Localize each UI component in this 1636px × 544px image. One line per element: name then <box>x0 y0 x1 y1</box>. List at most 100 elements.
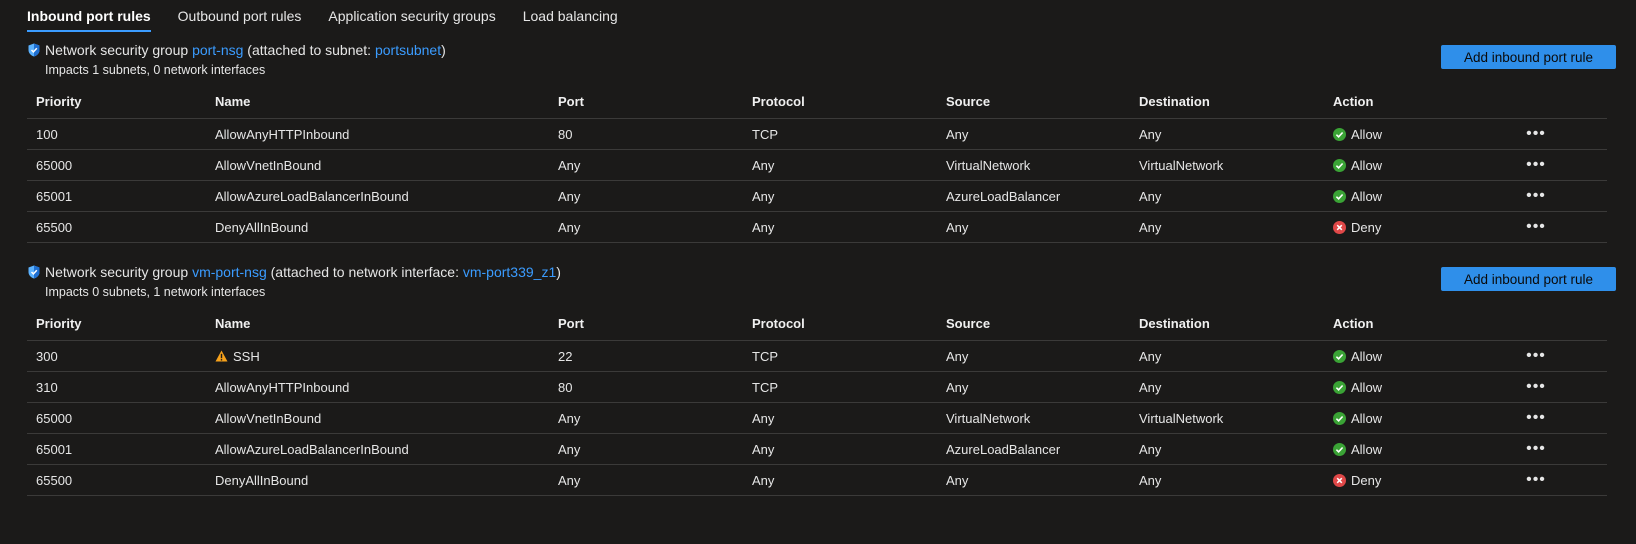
protocol-text: TCP <box>752 348 778 364</box>
destination-cell: Any <box>1139 372 1161 402</box>
priority-text: 65500 <box>36 219 73 235</box>
action-text: Deny <box>1351 472 1382 488</box>
port-text: Any <box>558 472 581 488</box>
column-header-source[interactable]: Source <box>946 306 990 340</box>
protocol-cell: Any <box>752 403 774 433</box>
more-icon[interactable]: ••• <box>1521 372 1551 402</box>
check-circle-icon <box>1333 380 1346 394</box>
priority-text: 65001 <box>36 188 73 204</box>
table-row[interactable]: 65000 AllowVnetInBound Any Any VirtualNetwor… <box>27 403 1607 434</box>
nsg-prefix-text: Network security group <box>45 264 193 280</box>
more-icon[interactable]: ••• <box>1521 465 1551 495</box>
table-row[interactable]: 100 AllowAnyHTTPInbound 80 TCP Any Any Allow ••… <box>27 119 1607 150</box>
tab-application-security-groups[interactable]: Application security groups <box>328 8 495 34</box>
name-cell: SSH <box>215 341 260 371</box>
more-icon[interactable]: ••• <box>1521 119 1551 149</box>
column-header-action[interactable]: Action <box>1333 84 1373 118</box>
table-row[interactable]: 310 AllowAnyHTTPInbound 80 TCP Any Any Allow ••… <box>27 372 1607 403</box>
port-text: Any <box>558 157 581 173</box>
priority-cell: 310 <box>36 372 58 402</box>
nsg-title: Network security group port-nsg (attache… <box>45 42 446 58</box>
priority-text: 65001 <box>36 441 73 457</box>
x-circle-icon <box>1333 220 1346 234</box>
shield-icon <box>28 265 40 279</box>
column-header-port[interactable]: Port <box>558 306 584 340</box>
tab-load-balancing[interactable]: Load balancing <box>523 8 618 34</box>
name-cell: DenyAllInBound <box>215 212 308 242</box>
action-text: Allow <box>1351 157 1383 173</box>
name-text: AllowVnetInBound <box>215 157 322 173</box>
priority-cell: 100 <box>36 119 58 149</box>
protocol-text: TCP <box>752 379 778 395</box>
port-text: 80 <box>558 379 573 395</box>
source-cell: Any <box>946 372 968 402</box>
column-header-name[interactable]: Name <box>215 84 250 118</box>
source-text: VirtualNetwork <box>946 157 1031 173</box>
action-text: Allow <box>1351 410 1383 426</box>
source-text: Any <box>946 126 969 142</box>
table-row[interactable]: 65001 AllowAzureLoadBalancerInBound Any Any… <box>27 181 1607 212</box>
attached-suffix-text: ) <box>556 264 561 280</box>
column-header-source[interactable]: Source <box>946 84 990 118</box>
tab-inbound-port-rules[interactable]: Inbound port rules <box>27 8 151 34</box>
column-header-protocol[interactable]: Protocol <box>752 306 805 340</box>
source-text: Any <box>946 472 969 488</box>
action-cell: Allow <box>1333 341 1382 371</box>
destination-cell: Any <box>1139 119 1161 149</box>
check-circle-icon <box>1333 189 1346 203</box>
column-header-destination[interactable]: Destination <box>1139 306 1210 340</box>
priority-cell: 65500 <box>36 465 72 495</box>
add-inbound-port-rule-button[interactable]: Add inbound port rule <box>1441 45 1616 69</box>
name-text: AllowAnyHTTPInbound <box>215 379 350 395</box>
add-inbound-port-rule-button[interactable]: Add inbound port rule <box>1441 267 1616 291</box>
more-icon[interactable]: ••• <box>1521 434 1551 464</box>
name-text: DenyAllInBound <box>215 219 309 235</box>
check-circle-icon <box>1333 411 1346 425</box>
action-text: Allow <box>1351 348 1383 364</box>
nsg-name-link[interactable]: port-nsg <box>192 42 243 58</box>
name-cell: DenyAllInBound <box>215 465 308 495</box>
more-icon[interactable]: ••• <box>1521 150 1551 180</box>
column-header-name[interactable]: Name <box>215 306 250 340</box>
table-row[interactable]: 300 SSH 22 TCP Any Any Allow ••• <box>27 341 1607 372</box>
nsg-name-link[interactable]: vm-port-nsg <box>192 264 267 280</box>
warning-triangle-icon <box>215 350 228 362</box>
more-icon[interactable]: ••• <box>1521 341 1551 371</box>
name-text: AllowAzureLoadBalancerInBound <box>215 188 409 204</box>
action-text: Allow <box>1351 379 1383 395</box>
column-header-priority[interactable]: Priority <box>36 306 82 340</box>
table-row[interactable]: 65500 DenyAllInBound Any Any Any Any Deny ••• <box>27 212 1607 243</box>
attached-resource-link[interactable]: vm-port339_z1 <box>463 264 556 280</box>
priority-text: 310 <box>36 379 58 395</box>
table-row[interactable]: 65500 DenyAllInBound Any Any Any Any Deny ••• <box>27 465 1607 496</box>
priority-cell: 300 <box>36 341 58 371</box>
column-header-destination[interactable]: Destination <box>1139 84 1210 118</box>
attached-resource-link[interactable]: portsubnet <box>375 42 441 58</box>
priority-cell: 65001 <box>36 434 72 464</box>
attached-suffix-text: ) <box>441 42 446 58</box>
column-header-priority[interactable]: Priority <box>36 84 82 118</box>
check-circle-icon <box>1333 349 1346 363</box>
action-text: Allow <box>1351 188 1383 204</box>
port-cell: Any <box>558 465 580 495</box>
rules-table: Priority Name Port Protocol Source Destinatio… <box>27 306 1607 496</box>
source-cell: Any <box>946 212 968 242</box>
priority-text: 65000 <box>36 410 73 426</box>
action-text: Allow <box>1351 441 1383 457</box>
priority-text: 65500 <box>36 472 73 488</box>
more-icon[interactable]: ••• <box>1521 212 1551 242</box>
table-row[interactable]: 65001 AllowAzureLoadBalancerInBound Any Any… <box>27 434 1607 465</box>
tab-outbound-port-rules[interactable]: Outbound port rules <box>178 8 302 34</box>
nsg-group: Network security group port-nsg (attache… <box>0 42 1636 252</box>
action-cell: Allow <box>1333 372 1382 402</box>
table-row[interactable]: 65000 AllowVnetInBound Any Any VirtualNetwor… <box>27 150 1607 181</box>
more-icon[interactable]: ••• <box>1521 403 1551 433</box>
column-header-action[interactable]: Action <box>1333 306 1373 340</box>
action-text: Deny <box>1351 219 1382 235</box>
port-cell: 80 <box>558 119 572 149</box>
column-header-port[interactable]: Port <box>558 84 584 118</box>
column-header-protocol[interactable]: Protocol <box>752 84 805 118</box>
more-icon[interactable]: ••• <box>1521 181 1551 211</box>
source-text: AzureLoadBalancer <box>946 441 1061 457</box>
protocol-cell: TCP <box>752 372 778 402</box>
